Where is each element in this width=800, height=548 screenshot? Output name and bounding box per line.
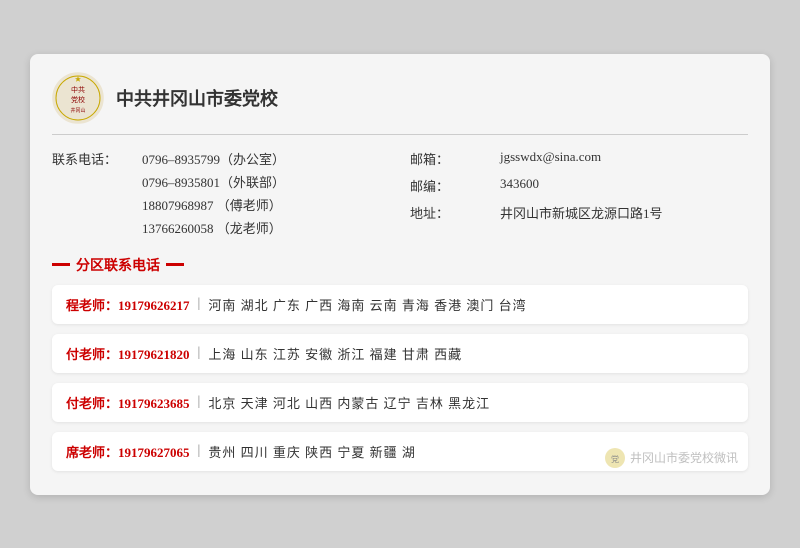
phone-row-3: 18807968987 （傅老师） [52, 195, 390, 214]
regions-list: 程老师：19179626217 | 河南 湖北 广东 广西 海南 云南 青海 香… [52, 285, 748, 471]
address-label: 地址： [410, 203, 500, 222]
section-title: 分区联系电话 [52, 255, 748, 275]
region-card-2: 付老师：19179623685 | 北京 天津 河北 山西 内蒙古 辽宁 吉林 … [52, 383, 748, 422]
phone-row-2: 0796–8935801（外联部） [52, 172, 390, 191]
region-phone-1: 19179621820 [118, 347, 190, 362]
region-divider-2: | [198, 394, 201, 410]
region-divider-0: | [198, 296, 201, 312]
org-name: 中共井冈山市委党校 [116, 85, 278, 111]
logo: 中共 党校 井冈山 [52, 72, 104, 124]
region-teacher-0: 程老师：19179626217 [66, 295, 190, 314]
postcode-value: 343600 [500, 176, 539, 195]
phone-label-2 [52, 172, 142, 191]
region-areas-2: 北京 天津 河北 山西 内蒙古 辽宁 吉林 黑龙江 [208, 393, 490, 412]
watermark: 党 井冈山市委党校微讯 [604, 447, 738, 469]
phone-label: 联系电话： [52, 149, 142, 168]
svg-text:中共: 中共 [71, 85, 85, 94]
watermark-text: 井冈山市委党校微讯 [630, 449, 738, 466]
phone-value-2: 0796–8935801（外联部） [142, 172, 285, 191]
svg-text:党校: 党校 [71, 95, 85, 104]
svg-text:井冈山: 井冈山 [70, 107, 85, 114]
email-value: jgsswdx@sina.com [500, 149, 601, 168]
phone-label-3 [52, 195, 142, 214]
region-phone-2: 19179623685 [118, 396, 190, 411]
svg-text:党: 党 [611, 454, 619, 464]
address-value: 井冈山市新城区龙源口路1号 [500, 203, 663, 222]
region-areas-1: 上海 山东 江苏 安徽 浙江 福建 甘肃 西藏 [208, 344, 462, 363]
section-title-text: 分区联系电话 [76, 255, 160, 275]
region-teacher-3: 席老师：19179627065 [66, 442, 190, 461]
phone-value-4: 13766260058 （龙老师） [142, 218, 282, 237]
phone-label-4 [52, 218, 142, 237]
region-card-1: 付老师：19179621820 | 上海 山东 江苏 安徽 浙江 福建 甘肃 西… [52, 334, 748, 373]
region-card-0: 程老师：19179626217 | 河南 湖北 广东 广西 海南 云南 青海 香… [52, 285, 748, 324]
title-bar-left [52, 263, 70, 266]
header: 中共 党校 井冈山 中共井冈山市委党校 [52, 72, 748, 135]
title-bar-right [166, 263, 184, 266]
region-divider-1: | [198, 345, 201, 361]
region-phone-3: 19179627065 [118, 445, 190, 460]
region-divider-3: | [198, 443, 201, 459]
region-card-3: 席老师：19179627065 | 贵州 四川 重庆 陕西 宁夏 新疆 湖 党 … [52, 432, 748, 471]
email-label: 邮箱： [410, 149, 500, 168]
email-row: 邮箱： jgsswdx@sina.com [410, 149, 748, 168]
postcode-row: 邮编： 343600 [410, 176, 748, 195]
region-areas-3: 贵州 四川 重庆 陕西 宁夏 新疆 湖 [208, 442, 416, 461]
region-areas-0: 河南 湖北 广东 广西 海南 云南 青海 香港 澳门 台湾 [208, 295, 526, 314]
postcode-label: 邮编： [410, 176, 500, 195]
phone-value-1: 0796–8935799（办公室） [142, 149, 285, 168]
contact-section: 联系电话： 0796–8935799（办公室） 0796–8935801（外联部… [52, 149, 748, 241]
region-teacher-1: 付老师：19179621820 [66, 344, 190, 363]
phone-value-3: 18807968987 （傅老师） [142, 195, 282, 214]
region-phone-0: 19179626217 [118, 298, 190, 313]
phone-row-1: 联系电话： 0796–8935799（办公室） [52, 149, 390, 168]
phone-row-4: 13766260058 （龙老师） [52, 218, 390, 237]
address-row: 地址： 井冈山市新城区龙源口路1号 [410, 203, 748, 222]
region-teacher-2: 付老师：19179623685 [66, 393, 190, 412]
contact-right: 邮箱： jgsswdx@sina.com 邮编： 343600 地址： 井冈山市… [390, 149, 748, 241]
main-card: 中共 党校 井冈山 中共井冈山市委党校 联系电话： 0796–8935799（办… [30, 54, 770, 495]
contact-left: 联系电话： 0796–8935799（办公室） 0796–8935801（外联部… [52, 149, 390, 241]
